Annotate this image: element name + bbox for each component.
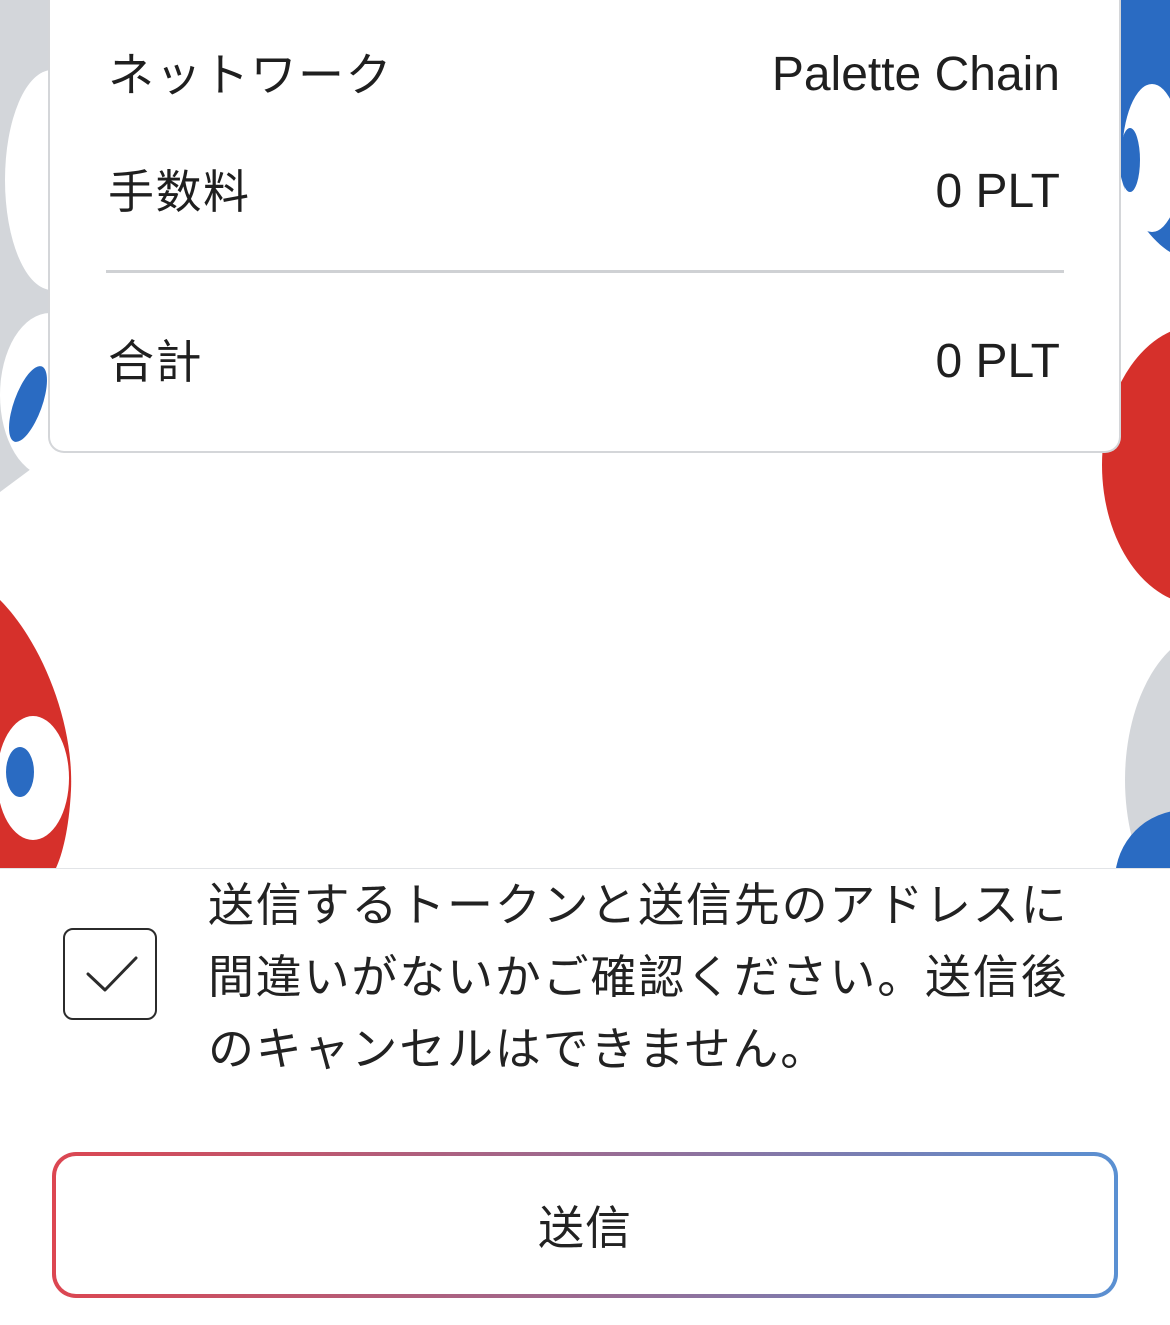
total-value: 0 PLT (935, 335, 1061, 388)
network-row: ネットワーク Palette Chain (108, 39, 1060, 111)
fee-value: 0 PLT (935, 165, 1061, 218)
confirm-message: 送信するトークンと送信先のアドレスに間違いがないかご確認ください。送信後のキャン… (208, 879, 1069, 1075)
decor-character-right-blue (1113, 0, 1170, 252)
summary-divider (106, 270, 1064, 273)
checkmark-icon (86, 956, 138, 992)
fee-label: 手数料 (108, 166, 251, 218)
fee-row: 手数料 0 PLT (108, 156, 1060, 228)
total-row: 合計 0 PLT (108, 326, 1060, 398)
decor-character-left-red (0, 600, 72, 868)
send-button-label: 送信 (538, 1202, 632, 1254)
transaction-summary-card: ネットワーク Palette Chain 手数料 0 PLT 合計 0 PLT (48, 0, 1121, 453)
send-button[interactable]: 送信 (52, 1152, 1118, 1298)
total-label: 合計 (108, 336, 203, 388)
confirm-checkbox[interactable] (63, 928, 157, 1020)
network-label: ネットワーク (108, 49, 393, 101)
network-value: Palette Chain (771, 48, 1060, 101)
